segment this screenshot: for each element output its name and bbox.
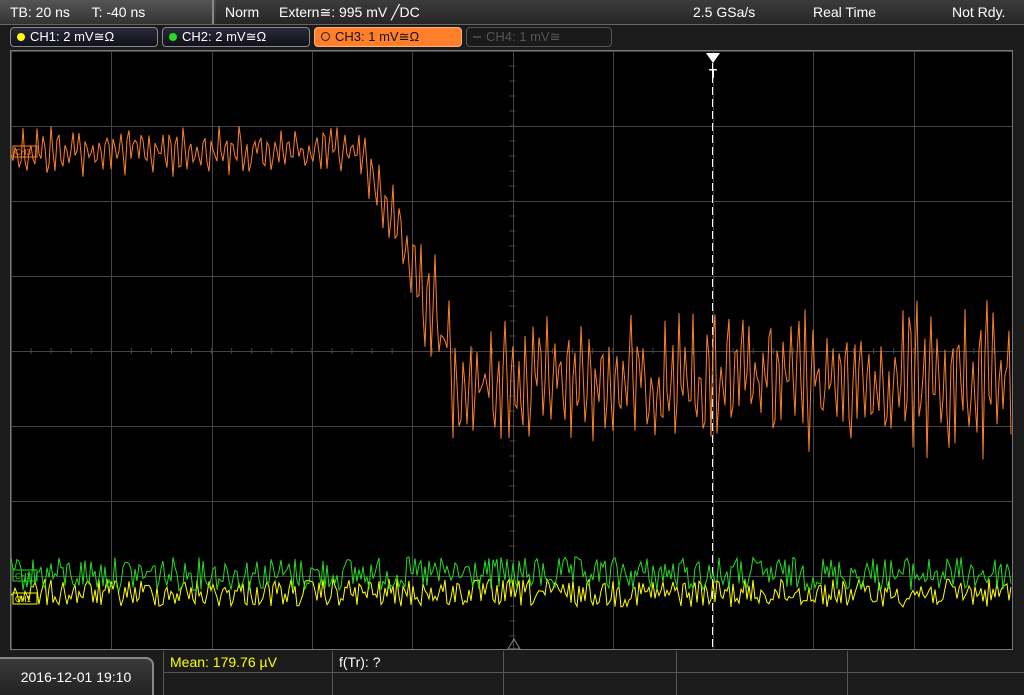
- channel-bar: CH1: 2 mV≅Ω CH2: 2 mV≅Ω CH3: 1 mV≅Ω CH4:…: [0, 25, 1024, 49]
- measurement-cell-5[interactable]: [847, 651, 1017, 695]
- trigger-source-label: Extern≅: 995 mV ╱DC: [279, 4, 420, 20]
- measurement-cell-mean[interactable]: Mean: 179.76 µV: [163, 651, 331, 695]
- timebase-label: TB: 20 ns: [10, 4, 70, 20]
- channel-1-tab[interactable]: CH1: 2 mV≅Ω: [10, 27, 158, 47]
- datetime-label: 2016-12-01 19:10: [20, 669, 132, 685]
- trigger-marker-label: T: [709, 66, 717, 81]
- frequency-measurement-label: f(Tr): ?: [339, 654, 381, 670]
- channel-3-dot-icon: [321, 32, 330, 41]
- measurement-cell-frequency[interactable]: f(Tr): ?: [332, 651, 502, 695]
- trigger-position-label: T: -40 ns: [91, 4, 146, 20]
- channel-1-offset-marker[interactable]: CH1: [12, 592, 38, 605]
- channel-4-off-icon: [473, 36, 481, 38]
- channel-2-tab[interactable]: CH2: 2 mV≅Ω: [162, 27, 310, 47]
- datetime-display: 2016-12-01 19:10: [0, 657, 154, 695]
- measurement-cell-3[interactable]: [503, 651, 675, 695]
- channel-2-offset-marker[interactable]: CH2: [12, 569, 38, 582]
- waveform-display[interactable]: T CH3 CH2 CH1: [10, 50, 1013, 650]
- channel-3-offset-marker[interactable]: CH3: [12, 145, 38, 158]
- channel-4-label: CH4: 1 mV≅: [486, 29, 561, 44]
- channel-1-marker-label: CH1: [15, 595, 32, 604]
- top-status-bar: TB: 20 ns T: -40 ns Norm Extern≅: 995 mV…: [0, 0, 1024, 25]
- trigger-arrow-icon: [706, 53, 720, 63]
- channel-4-tab[interactable]: CH4: 1 mV≅: [466, 27, 612, 47]
- sample-rate-label: 2.5 GSa/s: [693, 4, 756, 20]
- channel-3-tab[interactable]: CH3: 1 mV≅Ω: [314, 27, 462, 47]
- channel-2-marker-label: CH2: [15, 572, 32, 581]
- run-status-label: Not Rdy.: [952, 4, 1006, 20]
- measurement-cell-4[interactable]: [676, 651, 846, 695]
- timebase-panel[interactable]: TB: 20 ns T: -40 ns: [0, 0, 214, 24]
- channel-3-trace: [11, 126, 1012, 460]
- acquisition-mode-label: Real Time: [813, 4, 877, 20]
- measurement-bar: 2016-12-01 19:10 Mean: 179.76 µV f(Tr): …: [0, 651, 1024, 695]
- channel-2-label: CH2: 2 mV≅Ω: [182, 29, 267, 44]
- channel-2-dot-icon: [169, 33, 177, 41]
- trigger-panel[interactable]: Norm Extern≅: 995 mV ╱DC 2.5 GSa/s Real …: [216, 0, 1024, 24]
- trigger-marker[interactable]: T: [706, 53, 720, 81]
- trigger-mode-label: Norm: [225, 4, 260, 20]
- mean-measurement-label: Mean: 179.76 µV: [170, 654, 277, 670]
- channel-1-label: CH1: 2 mV≅Ω: [30, 29, 115, 44]
- channel-3-marker-label: CH3: [15, 148, 32, 157]
- channel-1-dot-icon: [17, 33, 25, 41]
- graticule: [11, 51, 1012, 649]
- channel-3-label: CH3: 1 mV≅Ω: [335, 29, 420, 44]
- waveform-svg: T CH3 CH2 CH1: [11, 51, 1012, 649]
